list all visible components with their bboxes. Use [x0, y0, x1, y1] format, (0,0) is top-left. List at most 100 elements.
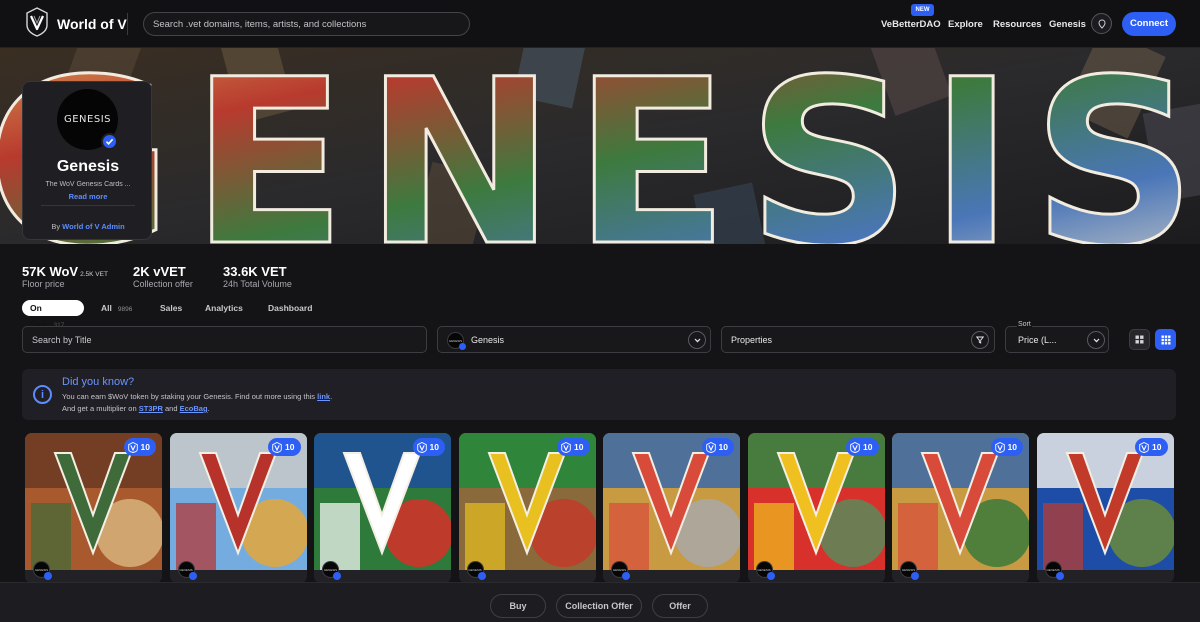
floor-price-label: Floor price	[22, 279, 65, 289]
collection-offer-label: Collection offer	[133, 279, 193, 289]
info-punct: .	[330, 392, 333, 401]
nft-rarity-badge: 10	[990, 438, 1023, 456]
grid-view-button[interactable]	[1129, 329, 1150, 350]
verified-icon	[333, 572, 341, 580]
collection-banner: GENESIS	[0, 48, 1200, 244]
v-logo-icon[interactable]	[25, 7, 49, 37]
nft-card[interactable]: 10 GENESIS	[603, 433, 740, 583]
ecobag-link[interactable]: EcoBag	[180, 404, 208, 413]
tab-on-sale[interactable]: On Sale317	[22, 300, 84, 329]
nav-genesis[interactable]: Genesis	[1049, 19, 1086, 30]
dense-grid-view-button[interactable]	[1155, 329, 1176, 350]
collection-name: Genesis	[56, 158, 120, 175]
nft-badge-value: 10	[285, 442, 295, 452]
by-prefix: By	[51, 222, 61, 231]
nft-card[interactable]: 10 GENESIS	[458, 433, 596, 583]
nft-rarity-badge: 10	[268, 438, 301, 456]
connect-button[interactable]: Connect	[1122, 12, 1176, 36]
st3pr-link[interactable]: ST3PR	[139, 404, 163, 413]
nav-resources[interactable]: Resources	[993, 19, 1042, 30]
grid-icon	[1135, 335, 1144, 344]
verified-icon	[459, 343, 466, 350]
vet-token-icon	[416, 441, 427, 453]
header-divider	[127, 13, 128, 35]
info-text: You can earn $WoV token by staking your …	[62, 392, 316, 401]
vet-token-icon	[561, 441, 571, 453]
verified-icon	[766, 572, 775, 580]
stat-collection-offer: 2K vVET Collection offer	[133, 264, 193, 289]
properties-label: Properties	[731, 335, 773, 345]
vet-token-icon	[850, 441, 860, 453]
verified-icon	[911, 572, 919, 580]
collection-select[interactable]: GENESIS Genesis	[437, 326, 711, 353]
nft-rarity-badge: 10	[846, 438, 879, 456]
nft-badge-value: 10	[718, 442, 728, 452]
nft-rarity-badge: 10	[123, 438, 156, 456]
bottom-action-bar: Buy Collection Offer Offer	[0, 582, 1200, 622]
new-badge: NEW	[911, 4, 934, 16]
creator-line: By World of V Admin	[23, 222, 153, 231]
did-you-know-banner: i Did you know? You can earn $WoV token …	[22, 369, 1176, 420]
verified-icon	[622, 572, 630, 580]
wallet-icon	[1097, 18, 1106, 29]
nav-vebetterdao[interactable]: VeBetterDAO	[881, 19, 941, 30]
info-line-1: You can earn $WoV token by staking your …	[62, 392, 332, 401]
collection-offer-value: 2K vVET	[133, 264, 186, 279]
sort-value: Price (L...	[1018, 335, 1057, 345]
verified-icon	[44, 572, 52, 580]
creator-link[interactable]: World of V Admin	[62, 222, 125, 231]
verified-icon	[1055, 572, 1064, 580]
info-text: And get a multiplier on	[62, 404, 137, 413]
nft-rarity-badge: 10	[1135, 438, 1168, 456]
tab-all[interactable]: All 9896	[101, 300, 132, 316]
nft-badge-value: 10	[140, 442, 150, 452]
volume-label: 24h Total Volume	[223, 279, 292, 289]
vet-token-icon	[272, 441, 282, 453]
nft-badge-value: 10	[1007, 442, 1017, 452]
info-text: and	[165, 404, 178, 413]
brand-name[interactable]: World of V	[57, 16, 127, 32]
title-search-placeholder: Search by Title	[32, 335, 92, 345]
nav-explore[interactable]: Explore	[948, 19, 983, 30]
nft-card[interactable]: 10 GENESIS	[747, 433, 885, 583]
tab-count: 9896	[117, 306, 133, 313]
nft-badge-value: 10	[1152, 442, 1162, 452]
collection-info-card: GENESIS Genesis The WoV Genesis Cards ..…	[22, 81, 152, 240]
buy-button[interactable]: Buy	[490, 594, 546, 618]
sort-select[interactable]: Price (L...	[1005, 326, 1109, 353]
offer-button[interactable]: Offer	[652, 594, 708, 618]
card-divider	[41, 205, 135, 206]
nft-badge-value: 10	[429, 442, 439, 452]
info-line-2: And get a multiplier on ST3PR and EcoBag…	[62, 404, 210, 413]
nft-card[interactable]: 10 GENESIS	[25, 433, 162, 583]
nft-rarity-badge: 10	[701, 438, 734, 456]
collection-offer-button[interactable]: Collection Offer	[556, 594, 642, 618]
global-search-input[interactable]	[143, 12, 470, 36]
chevron-down-icon[interactable]	[1087, 331, 1105, 349]
stat-floor-price: 57K WoV 2.5K VET Floor price	[22, 264, 108, 289]
properties-filter[interactable]: Properties	[721, 326, 995, 353]
vet-token-icon	[1139, 441, 1149, 453]
tab-dashboard[interactable]: Dashboard	[268, 300, 312, 316]
nft-rarity-badge: 10	[557, 438, 590, 456]
nft-card[interactable]: 10 GENESIS	[1036, 433, 1174, 583]
nft-card[interactable]: 10 GENESIS	[892, 433, 1029, 583]
info-icon: i	[33, 385, 52, 404]
chevron-down-icon[interactable]	[688, 331, 706, 349]
dense-grid-icon	[1161, 335, 1170, 344]
verified-icon	[101, 133, 118, 150]
tab-analytics[interactable]: Analytics	[205, 300, 243, 316]
title-search-input[interactable]: Search by Title	[22, 326, 427, 353]
info-punct: .	[207, 404, 210, 413]
nft-card[interactable]: 10 GENESIS	[169, 433, 307, 583]
vet-token-icon	[994, 441, 1005, 453]
read-more-link[interactable]: Read more	[23, 192, 153, 201]
filter-icon[interactable]	[971, 331, 989, 349]
staking-link[interactable]: link	[317, 392, 330, 401]
verified-icon	[477, 572, 486, 580]
nft-card[interactable]: 10 GENESIS	[314, 433, 451, 583]
volume-value: 33.6K VET	[223, 264, 287, 279]
tab-sales[interactable]: Sales	[160, 300, 182, 316]
info-title: Did you know?	[62, 376, 135, 388]
wallet-button[interactable]	[1091, 13, 1112, 34]
